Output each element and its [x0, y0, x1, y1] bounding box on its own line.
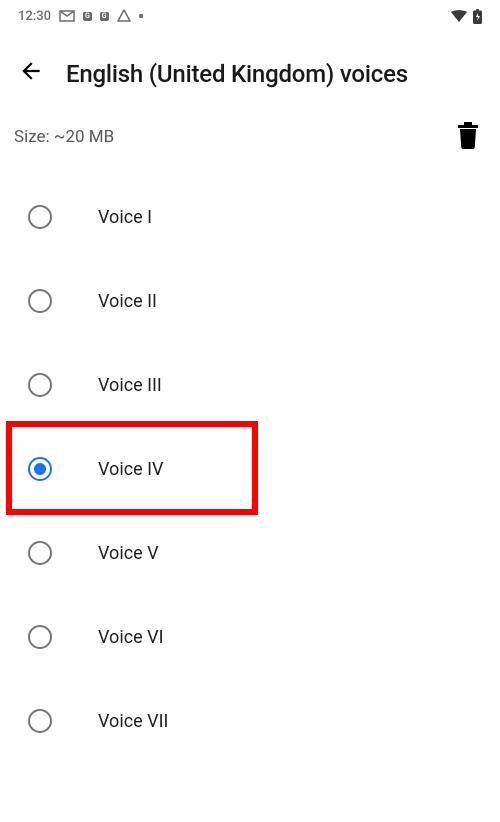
voice-option-1[interactable]: Voice I — [0, 175, 500, 259]
drive-icon — [117, 9, 131, 23]
gmail-icon — [59, 10, 75, 22]
voice-label: Voice VI — [98, 627, 164, 648]
app-header: English (United Kingdom) voices — [0, 32, 500, 109]
voice-label: Voice I — [98, 207, 152, 228]
status-bar: 12:30 G G — [0, 0, 500, 32]
radio-icon[interactable] — [28, 541, 52, 565]
voice-label: Voice VII — [98, 711, 168, 732]
size-label: Size: ~20 MB — [14, 127, 114, 147]
radio-icon[interactable] — [28, 625, 52, 649]
status-bar-left: 12:30 G G — [18, 9, 143, 24]
voice-option-2[interactable]: Voice II — [0, 259, 500, 343]
status-time: 12:30 — [18, 9, 51, 24]
delete-button[interactable] — [456, 121, 480, 153]
voice-list: Voice I Voice II Voice III Voice IV Voic… — [0, 175, 500, 763]
battery-icon — [473, 9, 482, 24]
status-badge-icon: G — [100, 12, 109, 21]
voice-label: Voice II — [98, 291, 157, 312]
radio-icon-selected[interactable] — [28, 457, 52, 481]
voice-label: Voice IV — [98, 459, 164, 480]
voice-option-4[interactable]: Voice IV — [0, 427, 500, 511]
voice-option-3[interactable]: Voice III — [0, 343, 500, 427]
voice-option-5[interactable]: Voice V — [0, 511, 500, 595]
page-title: English (United Kingdom) voices — [66, 60, 408, 88]
radio-icon[interactable] — [28, 205, 52, 229]
radio-icon[interactable] — [28, 709, 52, 733]
size-row: Size: ~20 MB — [0, 109, 500, 175]
voice-option-6[interactable]: Voice VI — [0, 595, 500, 679]
back-button[interactable] — [18, 58, 44, 89]
radio-icon[interactable] — [28, 373, 52, 397]
voice-label: Voice V — [98, 543, 159, 564]
status-dot-icon — [139, 14, 143, 18]
radio-icon[interactable] — [28, 289, 52, 313]
status-badge-icon: G — [83, 12, 92, 21]
voice-label: Voice III — [98, 375, 162, 396]
wifi-icon — [451, 10, 467, 22]
voice-option-7[interactable]: Voice VII — [0, 679, 500, 763]
status-bar-right — [451, 9, 482, 24]
